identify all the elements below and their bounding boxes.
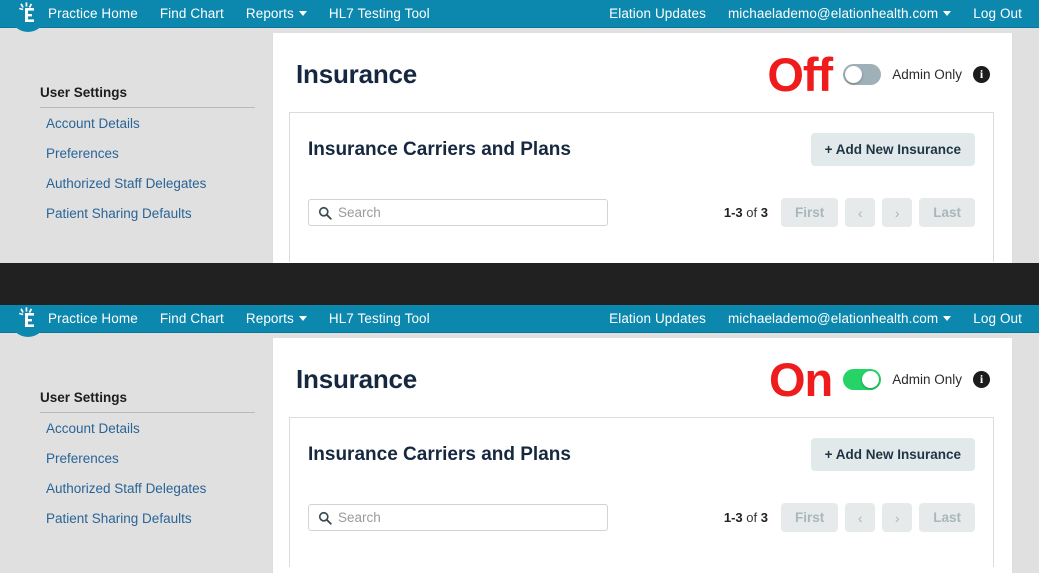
search-input[interactable] [338, 205, 607, 220]
screenshot-root: Practice Home Find Chart Reports HL7 Tes… [0, 0, 1039, 573]
nav-hl7-testing-tool[interactable]: HL7 Testing Tool [318, 0, 441, 28]
sidebar-user-settings: User Settings Account Details Preference… [40, 390, 255, 533]
navbar-left-group: Practice Home Find Chart Reports HL7 Tes… [0, 0, 441, 28]
nav-reports[interactable]: Reports [235, 305, 318, 333]
pagination-last-button[interactable]: Last [919, 198, 975, 227]
toggle-knob [845, 66, 863, 83]
nav-elation-updates[interactable]: Elation Updates [598, 0, 717, 28]
nav-hl7-testing-tool[interactable]: HL7 Testing Tool [318, 305, 441, 333]
pagination-prev-button[interactable]: ‹ [845, 198, 876, 227]
navbar-right-group: Elation Updates michaelademo@elationheal… [598, 305, 1039, 333]
sidebar-user-settings: User Settings Account Details Preference… [40, 85, 255, 228]
pagination-prev-button[interactable]: ‹ [845, 503, 876, 532]
add-new-insurance-button[interactable]: + Add New Insurance [810, 133, 975, 166]
admin-only-toggle[interactable] [843, 369, 882, 390]
toggle-knob [862, 371, 880, 388]
pagination-count: 1-3 of 3 [723, 205, 768, 220]
panel-insurance-on: Practice Home Find Chart Reports HL7 Tes… [0, 305, 1039, 573]
sidebar-item-authorized-staff-delegates[interactable]: Authorized Staff Delegates [40, 168, 255, 198]
search-box[interactable] [308, 504, 608, 531]
search-and-pagination-row: 1-3 of 3 First ‹ › Last [290, 485, 993, 558]
nav-account-menu[interactable]: michaelademo@elationhealth.com [717, 0, 962, 28]
card-header: Insurance Off Admin Only i [273, 33, 1012, 112]
sidebar-item-account-details[interactable]: Account Details [40, 413, 255, 443]
page-body: User Settings Account Details Preference… [0, 28, 1039, 265]
sidebar-item-patient-sharing-defaults[interactable]: Patient Sharing Defaults [40, 503, 255, 533]
insurance-content-card: Insurance On Admin Only i Insurance Carr… [272, 338, 1013, 573]
chevron-down-icon [298, 10, 307, 16]
sidebar-title: User Settings [40, 85, 255, 108]
chevron-down-icon [943, 315, 952, 321]
sidebar-item-preferences[interactable]: Preferences [40, 443, 255, 473]
info-icon[interactable]: i [973, 371, 990, 388]
pagination-controls: 1-3 of 3 First ‹ › Last [724, 503, 975, 532]
sidebar-title: User Settings [40, 390, 255, 413]
nav-account-menu[interactable]: michaelademo@elationhealth.com [717, 305, 962, 333]
search-icon [318, 206, 332, 220]
insurance-state-word: On [768, 353, 833, 406]
nav-find-chart[interactable]: Find Chart [149, 0, 235, 28]
card-header-controls: On Admin Only i [769, 356, 990, 403]
sidebar-item-authorized-staff-delegates[interactable]: Authorized Staff Delegates [40, 473, 255, 503]
nav-reports[interactable]: Reports [235, 0, 318, 28]
admin-only-toggle[interactable] [843, 64, 882, 85]
page-body: User Settings Account Details Preference… [0, 333, 1039, 573]
panel-insurance-off: Practice Home Find Chart Reports HL7 Tes… [0, 0, 1039, 265]
nav-elation-updates[interactable]: Elation Updates [598, 305, 717, 333]
navbar-right-group: Elation Updates michaelademo@elationheal… [598, 0, 1039, 28]
search-box[interactable] [308, 199, 608, 226]
search-and-pagination-row: 1-3 of 3 First ‹ › Last [290, 180, 993, 253]
pagination-next-button[interactable]: › [882, 198, 913, 227]
sidebar-item-patient-sharing-defaults[interactable]: Patient Sharing Defaults [40, 198, 255, 228]
search-input[interactable] [338, 510, 607, 525]
card-header: Insurance On Admin Only i [273, 338, 1012, 417]
pagination-last-button[interactable]: Last [919, 503, 975, 532]
section-title: Insurance Carriers and Plans [308, 443, 571, 465]
pagination-first-button[interactable]: First [780, 198, 839, 227]
pagination-controls: 1-3 of 3 First ‹ › Last [724, 198, 975, 227]
sidebar-item-preferences[interactable]: Preferences [40, 138, 255, 168]
insurance-state-word: Off [767, 48, 833, 101]
info-icon[interactable]: i [973, 66, 990, 83]
search-icon [318, 511, 332, 525]
insurance-carriers-header: Insurance Carriers and Plans + Add New I… [290, 113, 993, 180]
insurance-carriers-header: Insurance Carriers and Plans + Add New I… [290, 418, 993, 485]
section-title: Insurance Carriers and Plans [308, 138, 571, 160]
insurance-carriers-panel: Insurance Carriers and Plans + Add New I… [289, 417, 994, 567]
nav-log-out[interactable]: Log Out [962, 305, 1033, 333]
card-header-controls: Off Admin Only i [767, 51, 990, 98]
pagination-count: 1-3 of 3 [723, 510, 768, 525]
admin-only-label: Admin Only [892, 372, 962, 387]
screenshot-divider-band [0, 263, 1039, 305]
top-navbar: Practice Home Find Chart Reports HL7 Tes… [0, 305, 1039, 337]
chevron-down-icon [943, 10, 952, 16]
navbar-left-group: Practice Home Find Chart Reports HL7 Tes… [0, 305, 441, 333]
sidebar-item-account-details[interactable]: Account Details [40, 108, 255, 138]
insurance-content-card: Insurance Off Admin Only i Insurance Car… [272, 33, 1013, 265]
top-navbar: Practice Home Find Chart Reports HL7 Tes… [0, 0, 1039, 32]
insurance-carriers-panel: Insurance Carriers and Plans + Add New I… [289, 112, 994, 262]
chevron-down-icon [298, 315, 307, 321]
page-title: Insurance [296, 59, 418, 89]
nav-find-chart[interactable]: Find Chart [149, 305, 235, 333]
pagination-next-button[interactable]: › [882, 503, 913, 532]
page-title: Insurance [296, 364, 418, 394]
add-new-insurance-button[interactable]: + Add New Insurance [810, 438, 975, 471]
pagination-first-button[interactable]: First [780, 503, 839, 532]
admin-only-label: Admin Only [892, 67, 962, 82]
nav-log-out[interactable]: Log Out [962, 0, 1033, 28]
